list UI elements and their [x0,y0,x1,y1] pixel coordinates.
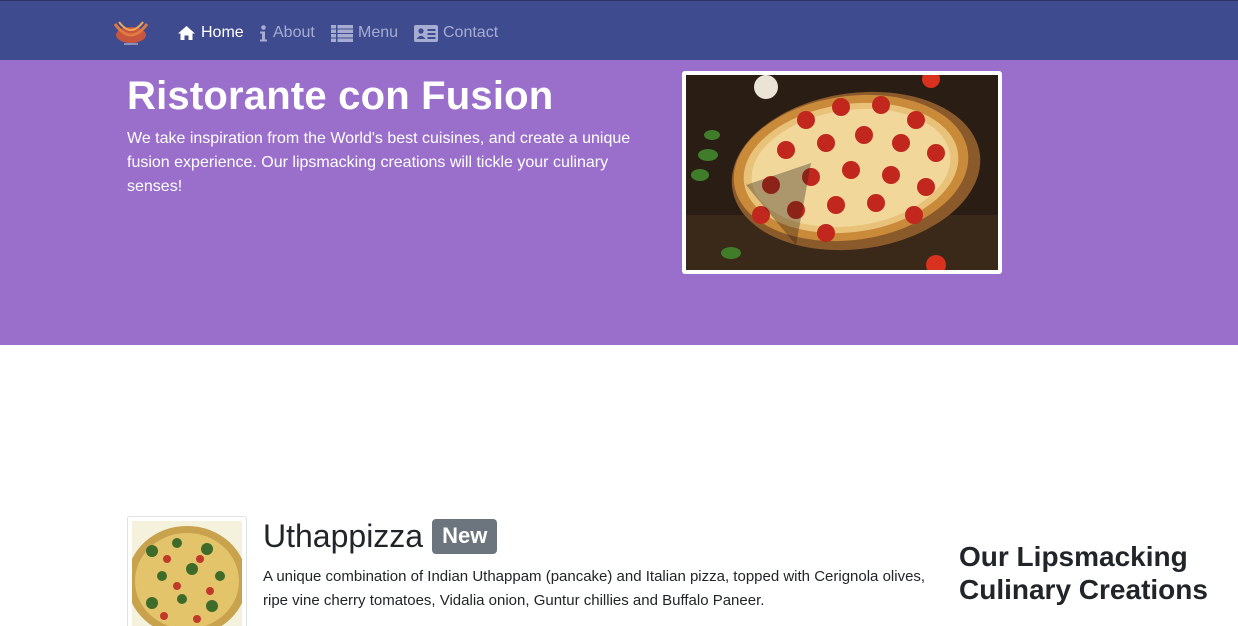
navbar: Home About Menu Contact [0,0,1238,60]
new-badge: New [432,519,498,554]
home-icon [178,26,195,40]
pizza-image [682,70,1002,275]
dish-description: A unique combination of Indian Uthappam … [263,568,926,609]
nav-home-label: Home [201,24,244,41]
dish-name: Uthappizza [263,518,424,554]
nav-home-link[interactable]: Home [177,21,244,45]
restaurant-logo[interactable] [111,16,151,49]
nav-about-label: About [273,24,315,41]
hero-title: Ristorante con Fusion [127,74,554,118]
uthappizza-image [127,516,247,626]
nav-contact-label: Contact [443,24,499,41]
jumbotron: Ristorante con Fusion We take inspiratio… [0,60,1238,345]
nav-menu-label: Menu [358,24,399,41]
list-icon [331,24,353,42]
info-icon [260,24,267,41]
address-card-icon [414,24,438,42]
hero-description: We take inspiration from the World's bes… [127,130,631,195]
nav-contact-link[interactable]: Contact [414,21,498,45]
side-heading: Our Lipsmacking Culinary Creations [959,541,1208,605]
dish-title-row: Uthappizza New [263,518,498,555]
nav-about-link[interactable]: About [259,21,315,45]
nav-menu-link[interactable]: Menu [331,21,398,45]
